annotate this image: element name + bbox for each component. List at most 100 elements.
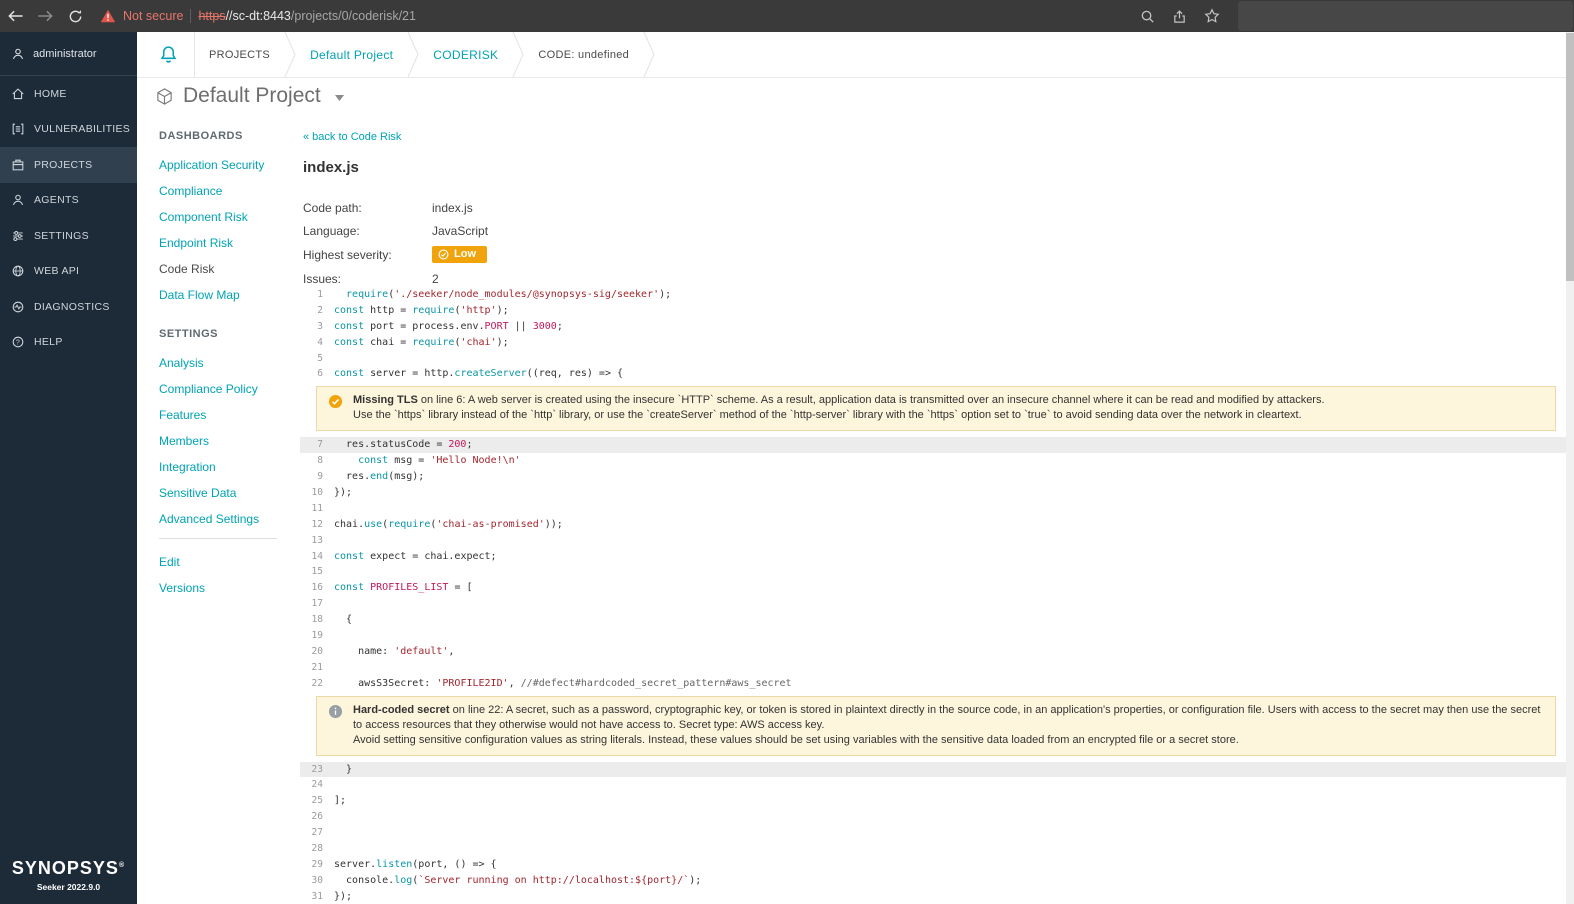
- code-text: ];: [334, 795, 347, 807]
- sidebar-item-agents[interactable]: AGENTS: [0, 183, 137, 219]
- sidebar-user[interactable]: administrator: [0, 32, 137, 76]
- sidebar-item-web-api[interactable]: WEB API: [0, 254, 137, 290]
- code-line-15: 15: [300, 564, 1566, 580]
- subnav-item-endpoint-risk[interactable]: Endpoint Risk: [159, 236, 291, 250]
- code-line-25: 25];: [300, 793, 1566, 809]
- address-bar[interactable]: Not secure https//sc-dt:8443/projects/0/…: [100, 9, 416, 23]
- sidebar-item-diagnostics[interactable]: DIAGNOSTICS: [0, 289, 137, 325]
- sidebar-item-projects[interactable]: PROJECTS: [0, 147, 137, 183]
- detail-row-code-path: Code path: index.js: [303, 200, 488, 215]
- code-text: const chai = require('chai');: [334, 336, 509, 348]
- subnav-item-advanced-settings[interactable]: Advanced Settings: [159, 512, 291, 526]
- browser-back-icon[interactable]: [0, 0, 30, 32]
- code-text: }: [334, 763, 353, 775]
- code-line-22: 22 awsS3Secret: 'PROFILE2ID', //#defect#…: [300, 676, 1566, 692]
- url-host: //sc-dt:8443: [225, 9, 291, 23]
- sidebar-item-vulnerabilities[interactable]: VULNERABILITIES: [0, 112, 137, 148]
- subnav-item-versions[interactable]: Versions: [159, 581, 291, 595]
- code-line-13: 13: [300, 533, 1566, 549]
- breadcrumb-item-default-project[interactable]: Default Project: [296, 48, 407, 62]
- breadcrumb-separator-icon: [407, 32, 419, 77]
- subnav-item-integration[interactable]: Integration: [159, 460, 291, 474]
- code-line-10: 10});: [300, 485, 1566, 501]
- browser-reload-icon[interactable]: [60, 0, 90, 32]
- notifications-bell-icon[interactable]: [159, 45, 178, 64]
- file-details: Code path: index.js Language: JavaScript Hig…: [303, 200, 488, 286]
- issue-annotation-hard-coded-secret: Hard-coded secret on line 22: A secret, …: [316, 695, 1556, 756]
- breadcrumb-item-projects: PROJECTS: [209, 48, 271, 61]
- share-icon[interactable]: [1172, 9, 1187, 24]
- line-number: 2: [317, 304, 323, 316]
- code-line-9: 9 res.end(msg);: [300, 469, 1566, 485]
- code-line-1: 1 require('./seeker/node_modules/@synops…: [300, 287, 1566, 303]
- code-line-30: 30 console.log(`Server running on http:/…: [300, 873, 1566, 889]
- subnav-item-features[interactable]: Features: [159, 408, 291, 422]
- code-text: const http = require('http');: [334, 304, 509, 316]
- issue-title: Missing TLS: [353, 394, 418, 407]
- subnav-divider: [159, 538, 277, 539]
- subnav-item-edit[interactable]: Edit: [159, 555, 291, 569]
- sidebar-footer: SYNOPSYS® Seeker 2022.9.0: [0, 858, 137, 892]
- subnav-item-component-risk[interactable]: Component Risk: [159, 210, 291, 224]
- user-icon: [11, 47, 25, 61]
- line-number: 11: [311, 502, 323, 514]
- code-text: require('./seeker/node_modules/@synopsys…: [334, 289, 672, 300]
- line-number: 30: [311, 874, 323, 886]
- agents-icon: [11, 193, 25, 207]
- sidebar-item-home[interactable]: HOME: [0, 76, 137, 112]
- browser-forward-icon[interactable]: [30, 0, 60, 32]
- code-line-26: 26: [300, 809, 1566, 825]
- back-to-code-risk-link[interactable]: « back to Code Risk: [303, 131, 401, 143]
- page-scrollbar[interactable]: [1566, 32, 1574, 904]
- subnav-item-data-flow-map[interactable]: Data Flow Map: [159, 288, 291, 302]
- line-number: 8: [317, 455, 323, 467]
- scrollbar-thumb[interactable]: [1566, 33, 1574, 281]
- issue-remediation: Use the `https` library instead of the `…: [353, 409, 1302, 422]
- content-header: « back to Code Risk index.js Code path: i…: [303, 127, 488, 294]
- line-number: 7: [317, 439, 323, 451]
- subnav-item-sensitive-data[interactable]: Sensitive Data: [159, 486, 291, 500]
- code-line-21: 21: [300, 660, 1566, 676]
- subnav-item-compliance-policy[interactable]: Compliance Policy: [159, 382, 291, 396]
- zoom-search-icon[interactable]: [1140, 9, 1155, 24]
- code-line-24: 24: [300, 777, 1566, 793]
- breadcrumb-item-coderisk[interactable]: CODERISK: [419, 48, 512, 62]
- code-line-5: 5: [300, 351, 1566, 367]
- sidebar-item-label: SETTINGS: [34, 229, 89, 242]
- line-number: 24: [311, 779, 323, 791]
- sidebar-item-help[interactable]: ? HELP: [0, 325, 137, 361]
- subnav-item-application-security[interactable]: Application Security: [159, 158, 291, 172]
- subnav-item-code-risk[interactable]: Code Risk: [159, 262, 291, 276]
- home-icon: [11, 87, 25, 101]
- sidebar-item-label: VULNERABILITIES: [34, 123, 131, 136]
- detail-row-language: Language: JavaScript: [303, 223, 488, 238]
- code-text: });: [334, 487, 353, 499]
- breadcrumb-item-code-undefined: CODE: undefined: [538, 48, 630, 61]
- svg-text:?: ?: [16, 340, 20, 347]
- severity-badge-label: Low: [454, 248, 476, 260]
- code-line-17: 17: [300, 596, 1566, 612]
- help-icon: ?: [11, 335, 25, 349]
- detail-row-highest-severity: Highest severity: Low: [303, 246, 488, 263]
- line-number: 12: [311, 518, 323, 530]
- sidebar-item-label: PROJECTS: [34, 158, 93, 171]
- subnav: DASHBOARDS Application Security Compliance…: [159, 122, 291, 607]
- page-title: Default Project: [183, 84, 321, 107]
- code-line-7: 7 res.statusCode = 200;: [300, 437, 1566, 454]
- favorite-star-icon[interactable]: [1204, 8, 1220, 24]
- browser-toolbar-panel: [1238, 1, 1573, 31]
- subnav-heading-settings: SETTINGS: [159, 328, 219, 340]
- app-version: Seeker 2022.9.0: [36, 882, 101, 892]
- code-line-8: 8 const msg = 'Hello Node!\n': [300, 453, 1566, 469]
- diagnostics-icon: [11, 300, 25, 314]
- synopsys-logo: SYNOPSYS®: [11, 858, 126, 878]
- code-line-23: 23 }: [300, 761, 1566, 778]
- project-dropdown-caret-icon[interactable]: [334, 95, 344, 101]
- detail-label: Language:: [303, 223, 360, 238]
- subnav-item-members[interactable]: Members: [159, 434, 291, 448]
- subnav-item-analysis[interactable]: Analysis: [159, 356, 291, 370]
- subnav-item-compliance[interactable]: Compliance: [159, 184, 291, 198]
- sidebar-item-label: DIAGNOSTICS: [34, 300, 110, 313]
- code-line-14: 14 const expect = chai.expect;: [300, 549, 1566, 565]
- sidebar-item-settings[interactable]: SETTINGS: [0, 218, 137, 254]
